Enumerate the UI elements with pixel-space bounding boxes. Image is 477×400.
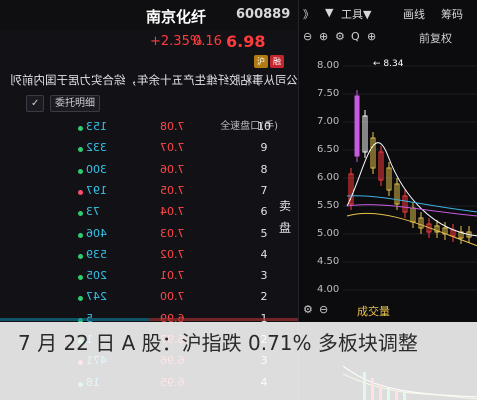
row-level: 9: [260, 141, 268, 155]
zoom-out-icon[interactable]: ⊖: [319, 303, 328, 316]
price-tick: 7.50: [317, 88, 340, 99]
search-icon[interactable]: Q: [351, 30, 360, 43]
chart-menu: 》 ▼ 工具▼ 画线 筹码: [299, 0, 477, 24]
row-level: 2: [260, 290, 268, 304]
row-price: 7.03: [160, 226, 185, 240]
row-price: 7.06: [160, 162, 185, 176]
row-volume: 205: [86, 269, 107, 283]
price-tick: 7.00: [317, 116, 340, 127]
adjust-label[interactable]: 前复权: [419, 30, 452, 46]
order-dot-icon: [78, 126, 83, 131]
row-volume: 539: [86, 247, 107, 261]
orderbook-row[interactable]: 5 7.03 406: [0, 227, 298, 248]
order-dot-icon: [78, 296, 83, 302]
orderbook-row[interactable]: 7 7.05 197: [0, 184, 298, 205]
row-volume: 406: [86, 226, 107, 240]
company-intro: 公司从事粘胶纤维生产五十余年，综合实力居于国内前列: [10, 73, 299, 87]
chip-menu[interactable]: 筹码: [441, 6, 463, 22]
row-volume: 153: [86, 120, 107, 133]
headline-banner: 7 月 22 日 A 股：沪指跌 0.71% 多板块调整: [0, 322, 477, 400]
row-level: 10: [257, 120, 271, 133]
row-price: 7.01: [160, 269, 185, 283]
zoom-out-icon[interactable]: ⊖: [303, 30, 312, 43]
high-annotation: ← 8.34: [373, 59, 404, 69]
select-checkbox[interactable]: ✓: [26, 95, 44, 112]
row-level: 4: [260, 247, 268, 261]
row-price: 7.07: [160, 141, 185, 155]
row-level: 8: [260, 162, 268, 176]
collapse-icon[interactable]: 》: [303, 6, 314, 22]
stock-name: 南京化纤: [146, 8, 207, 26]
expand-icon[interactable]: ⊕: [367, 30, 376, 43]
volume-tools: ⚙ ⊖ 成交量: [299, 302, 477, 318]
row-level: 3: [260, 269, 268, 283]
price-tick: 4.50: [317, 256, 340, 267]
orderbook-row[interactable]: 9 7.07 332: [0, 141, 298, 162]
title-row: 南京化纤 600889: [0, 0, 298, 30]
price-tick: 6.50: [317, 144, 340, 155]
orderbook-row[interactable]: 4 7.02 539: [0, 248, 298, 269]
row-volume: 197: [86, 183, 107, 197]
change-amount: 0.16: [193, 34, 222, 49]
orderbook-row[interactable]: 10 7.08 153: [0, 120, 298, 141]
gear-icon[interactable]: ⚙: [335, 30, 345, 43]
order-dot-icon: [78, 211, 83, 217]
price-axis: 8.00 7.50 7.00 6.50 6.00 5.50 5.00 4.50 4.00: [299, 56, 343, 296]
order-detail-button[interactable]: 委托明细: [50, 95, 100, 112]
stock-code: 600889: [236, 7, 291, 22]
row-volume: 332: [86, 141, 107, 155]
orderbook-row[interactable]: 3 7.01 205: [0, 269, 298, 290]
row-volume: 247: [86, 290, 107, 304]
orderbook-row[interactable]: 2 7.00 247: [0, 290, 298, 311]
price-tick: 4.00: [317, 284, 340, 295]
price-row: +2.35% 0.16 6.98: [0, 30, 298, 52]
price-tick: 6.00: [317, 172, 340, 183]
orderbook-row[interactable]: 6 7.04 73: [0, 205, 298, 226]
order-dot-icon: [78, 168, 83, 174]
order-dot-icon: [78, 253, 83, 259]
orderbook-toolbar: ✓ 委托明细: [0, 94, 298, 114]
ma-line-yellow: [346, 212, 477, 247]
dropdown-icon[interactable]: ▼: [325, 6, 333, 19]
price-tick: 8.00: [317, 60, 340, 71]
sell-side-label: 卖盘: [279, 199, 292, 235]
orderbook-row[interactable]: 8 7.06 300: [0, 163, 298, 184]
volume-label: 成交量: [357, 305, 390, 318]
row-price: 7.00: [160, 290, 185, 304]
row-volume: 73: [86, 205, 100, 219]
row-volume: 300: [86, 162, 107, 176]
headline-text: 7 月 22 日 A 股：沪指跌 0.71% 多板块调整: [18, 331, 418, 355]
chart-icons: ⊖ ⊕ ⚙ Q ⊕ 前复权: [299, 28, 477, 46]
badge-shanghai: 沪: [254, 55, 268, 68]
price-tick: 5.50: [317, 200, 340, 211]
last-price: 6.98: [226, 32, 266, 51]
order-dot-icon: [78, 275, 83, 281]
row-price: 7.04: [160, 205, 185, 219]
order-dot-icon: [78, 189, 83, 195]
row-level: 5: [260, 226, 268, 240]
kline-chart[interactable]: ← 8.34: [343, 56, 477, 296]
candle-body: [354, 95, 360, 157]
row-level: 6: [260, 205, 268, 219]
row-level: 7: [260, 183, 268, 197]
price-tick: 5.00: [317, 228, 340, 239]
app-window: 南京化纤 600889 +2.35% 0.16 6.98 沪 融 公司从事粘胶纤…: [0, 0, 477, 400]
row-price: 7.05: [160, 183, 185, 197]
row-price: 7.02: [160, 247, 185, 261]
badge-row: 沪 融: [0, 52, 298, 70]
row-price: 7.08: [160, 120, 185, 133]
order-dot-icon: [78, 147, 83, 153]
zoom-in-icon[interactable]: ⊕: [319, 30, 328, 43]
order-dot-icon: [78, 232, 83, 238]
gear-icon[interactable]: ⚙: [303, 303, 313, 316]
draw-line-menu[interactable]: 画线: [403, 6, 425, 22]
bid-ask-separator: [0, 318, 298, 321]
tools-menu[interactable]: 工具▼: [341, 6, 371, 22]
badge-margin: 融: [270, 55, 284, 68]
